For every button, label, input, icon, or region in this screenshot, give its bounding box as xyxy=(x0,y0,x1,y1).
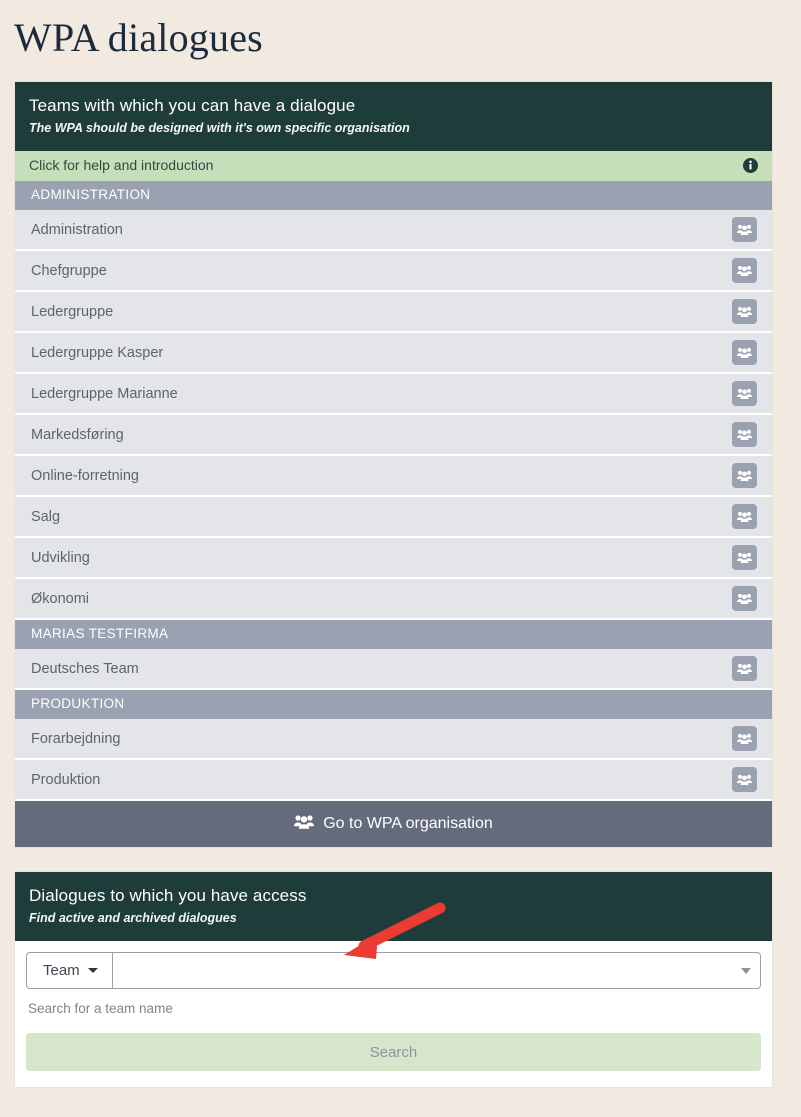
team-row-label: Deutsches Team xyxy=(31,660,139,677)
team-row-label: Økonomi xyxy=(31,590,90,607)
team-row-label: Ledergruppe xyxy=(31,303,114,320)
help-strip[interactable]: Click for help and introduction xyxy=(15,151,772,181)
help-strip-label: Click for help and introduction xyxy=(29,157,214,173)
search-type-label: Team xyxy=(43,962,80,979)
team-members-button[interactable] xyxy=(732,586,757,611)
go-to-wpa-organisation-label: Go to WPA organisation xyxy=(323,815,493,832)
dialogue-search-form: Team Search for a team name Search xyxy=(15,941,772,1087)
team-row[interactable]: Salg xyxy=(15,497,772,538)
team-row[interactable]: Udvikling xyxy=(15,538,772,579)
team-row-label: Markedsføring xyxy=(31,426,124,443)
dialogues-card-subtitle: Find active and archived dialogues xyxy=(29,911,237,925)
team-row[interactable]: Chefgruppe xyxy=(15,251,772,292)
team-members-button[interactable] xyxy=(732,299,757,324)
team-row-label: Administration xyxy=(31,221,123,238)
teams-card-header: Teams with which you can have a dialogue… xyxy=(15,82,772,151)
users-icon xyxy=(737,347,752,358)
team-members-button[interactable] xyxy=(732,217,757,242)
team-group-header: MARIAS TESTFIRMA xyxy=(15,620,772,649)
search-input-group: Team xyxy=(26,952,761,989)
team-members-button[interactable] xyxy=(732,422,757,447)
team-row[interactable]: Økonomi xyxy=(15,579,772,620)
chevron-down-icon[interactable] xyxy=(741,967,751,974)
info-circle-icon[interactable] xyxy=(743,158,758,173)
go-to-wpa-organisation-button[interactable]: Go to WPA organisation xyxy=(15,801,772,847)
users-icon xyxy=(737,224,752,235)
team-row[interactable]: Ledergruppe Marianne xyxy=(15,374,772,415)
team-search-input[interactable] xyxy=(122,962,750,979)
teams-card-subtitle: The WPA should be designed with it's own… xyxy=(29,121,410,135)
teams-group-list: ADMINISTRATION Administration Chefgruppe Le… xyxy=(15,181,772,801)
team-row-label: Online-forretning xyxy=(31,467,139,484)
users-icon xyxy=(737,663,752,674)
team-row-label: Chefgruppe xyxy=(31,262,107,279)
team-members-button[interactable] xyxy=(732,504,757,529)
users-icon xyxy=(737,593,752,604)
team-members-button[interactable] xyxy=(732,463,757,488)
users-icon xyxy=(737,470,752,481)
team-row[interactable]: Produktion xyxy=(15,760,772,801)
search-helper-text: Search for a team name xyxy=(28,1001,173,1016)
team-row-label: Salg xyxy=(31,508,61,525)
dialogues-card-header: Dialogues to which you have access Find … xyxy=(15,872,772,941)
team-row-label: Ledergruppe Kasper xyxy=(31,344,164,361)
team-row[interactable]: Administration xyxy=(15,210,772,251)
users-icon xyxy=(737,265,752,276)
team-row[interactable]: Markedsføring xyxy=(15,415,772,456)
team-row[interactable]: Ledergruppe Kasper xyxy=(15,333,772,374)
caret-down-icon xyxy=(87,968,98,973)
team-row-label: Produktion xyxy=(31,771,101,788)
team-members-button[interactable] xyxy=(732,545,757,570)
page-root: WPA dialogues Teams with which you can h… xyxy=(0,0,801,1117)
search-button[interactable]: Search xyxy=(26,1033,761,1071)
team-members-button[interactable] xyxy=(732,767,757,792)
team-row[interactable]: Ledergruppe xyxy=(15,292,772,333)
users-icon xyxy=(737,552,752,563)
dialogues-card: Dialogues to which you have access Find … xyxy=(14,871,773,1088)
users-icon xyxy=(737,429,752,440)
search-type-dropdown[interactable]: Team xyxy=(26,952,112,989)
users-icon xyxy=(737,388,752,399)
team-row[interactable]: Deutsches Team xyxy=(15,649,772,690)
users-icon xyxy=(737,733,752,744)
team-row-label: Ledergruppe Marianne xyxy=(31,385,178,402)
users-icon xyxy=(294,814,315,834)
team-group-header: PRODUKTION xyxy=(15,690,772,719)
team-search-field[interactable] xyxy=(111,952,761,989)
users-icon xyxy=(737,306,752,317)
team-row-label: Udvikling xyxy=(31,549,90,566)
team-row[interactable]: Online-forretning xyxy=(15,456,772,497)
users-icon xyxy=(737,774,752,785)
teams-card: Teams with which you can have a dialogue… xyxy=(14,81,773,848)
team-row-label: Forarbejdning xyxy=(31,730,121,747)
team-members-button[interactable] xyxy=(732,656,757,681)
team-members-button[interactable] xyxy=(732,340,757,365)
team-row[interactable]: Forarbejdning xyxy=(15,719,772,760)
page-title: WPA dialogues xyxy=(14,15,263,60)
team-group-header: ADMINISTRATION xyxy=(15,181,772,210)
dialogues-card-title: Dialogues to which you have access xyxy=(29,886,307,905)
team-members-button[interactable] xyxy=(732,381,757,406)
team-members-button[interactable] xyxy=(732,726,757,751)
team-members-button[interactable] xyxy=(732,258,757,283)
users-icon xyxy=(737,511,752,522)
teams-card-title: Teams with which you can have a dialogue xyxy=(29,96,356,115)
